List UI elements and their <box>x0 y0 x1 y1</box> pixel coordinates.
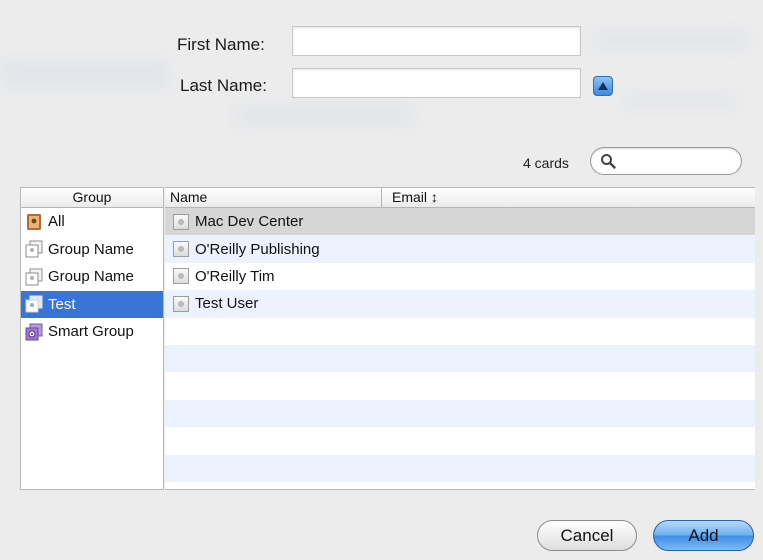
cancel-button[interactable]: Cancel <box>537 520 637 551</box>
group-item-label: Group Name <box>48 268 134 286</box>
card-count: 4 cards <box>523 155 569 171</box>
last-name-field[interactable] <box>292 68 581 98</box>
card-rows: Mac Dev Center O'Reilly Publishing O'Rei… <box>165 208 755 482</box>
card-name: O'Reilly Publishing <box>195 240 320 258</box>
group-item-label: All <box>48 213 65 231</box>
contact-card-icon <box>173 268 189 285</box>
add-button[interactable]: Add <box>653 520 754 551</box>
empty-row <box>165 454 755 482</box>
group-icon <box>25 295 43 313</box>
card-row[interactable]: Test User <box>165 290 755 318</box>
group-item-smart-group[interactable]: Smart Group <box>21 318 163 346</box>
group-list: Group All Group Name Group Name Test Sma… <box>20 187 164 490</box>
group-column-header[interactable]: Group <box>21 188 163 208</box>
search-icon <box>601 154 616 169</box>
first-name-label: First Name: <box>177 35 265 54</box>
empty-row <box>165 318 755 345</box>
contact-card-icon <box>173 241 189 258</box>
email-column-header[interactable]: Email ↕ <box>392 188 438 207</box>
card-name: Test User <box>195 295 259 313</box>
group-icon <box>25 240 43 258</box>
group-item-group-name[interactable]: Group Name <box>21 236 163 264</box>
card-row[interactable]: O'Reilly Publishing <box>165 235 755 263</box>
column-divider[interactable] <box>381 188 382 208</box>
card-name: O'Reilly Tim <box>195 267 275 285</box>
card-row[interactable]: Mac Dev Center <box>165 208 755 236</box>
contact-card-icon <box>173 213 189 230</box>
disclosure-button[interactable] <box>593 76 613 96</box>
last-name-label: Last Name: <box>180 76 267 95</box>
address-book-icon <box>27 213 41 230</box>
contact-card-icon <box>173 295 189 312</box>
card-list-header: Name Email ↕ <box>165 188 755 208</box>
empty-row <box>165 372 755 399</box>
group-item-test[interactable]: Test <box>21 290 163 318</box>
group-item-group-name[interactable]: Group Name <box>21 263 163 291</box>
group-item-label: Smart Group <box>48 323 134 341</box>
card-name: Mac Dev Center <box>195 213 304 231</box>
smart-group-icon <box>25 323 43 341</box>
group-icon <box>25 268 43 286</box>
group-item-label: Group Name <box>48 240 134 258</box>
empty-row <box>165 427 755 454</box>
group-item-label: Test <box>48 295 76 313</box>
group-item-all[interactable]: All <box>21 208 163 236</box>
card-list: Name Email ↕ Mac Dev Center O'Reilly Pub… <box>165 187 755 490</box>
search-field[interactable] <box>590 147 742 175</box>
name-column-header[interactable]: Name <box>170 188 207 207</box>
triangle-up-icon <box>598 82 608 90</box>
card-row[interactable]: O'Reilly Tim <box>165 263 755 290</box>
first-name-field[interactable] <box>292 26 581 56</box>
empty-row <box>165 344 755 373</box>
empty-row <box>165 399 755 428</box>
